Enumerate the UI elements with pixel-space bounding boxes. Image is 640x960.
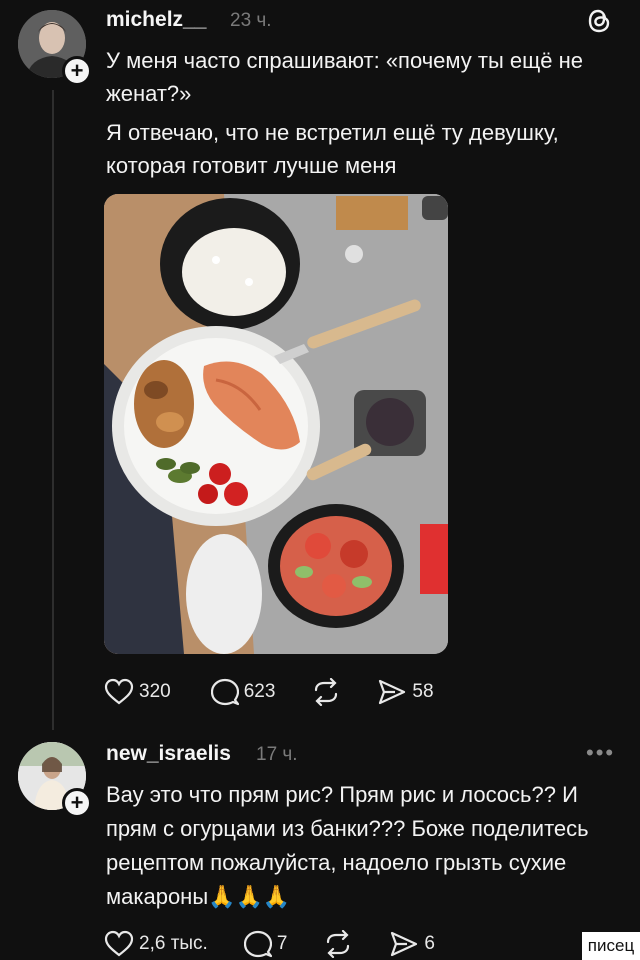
reply-actions: 2,6 тыс. 7 6 xyxy=(104,930,435,958)
threads-logo-icon[interactable] xyxy=(584,6,614,41)
post-text-1: У меня часто спрашивают: «почему ты ещё … xyxy=(106,48,583,106)
like-count: 2,6 тыс. xyxy=(139,933,208,954)
comment-count: 623 xyxy=(243,681,276,702)
reply-author-avatar[interactable]: + xyxy=(18,742,92,818)
watermark: писец xyxy=(582,932,640,960)
reply-time: 17 ч. xyxy=(256,744,298,765)
post-actions: 320 623 58 xyxy=(104,678,434,706)
more-icon[interactable]: ••• xyxy=(586,740,615,766)
heart-icon xyxy=(104,930,134,957)
comment-count: 7 xyxy=(276,933,288,954)
heart-icon xyxy=(104,678,134,705)
share-icon xyxy=(391,931,418,957)
reply-username[interactable]: new_israelis xyxy=(106,742,231,766)
comment-icon xyxy=(243,930,272,958)
thread-line xyxy=(52,90,54,730)
post-text-2: Я отвечаю, что не встретил ещё ту девушк… xyxy=(106,120,559,178)
share-button[interactable]: 58 xyxy=(377,678,434,706)
like-count: 320 xyxy=(139,681,171,702)
follow-plus-icon[interactable]: + xyxy=(62,788,92,818)
share-icon xyxy=(379,679,406,705)
comment-button[interactable]: 7 xyxy=(243,930,288,958)
repost-icon xyxy=(327,930,350,958)
post-time: 23 ч. xyxy=(230,10,272,31)
follow-plus-icon[interactable]: + xyxy=(62,56,92,86)
repost-button[interactable] xyxy=(311,678,341,706)
post-username[interactable]: michelz__ xyxy=(106,8,206,32)
repost-button[interactable] xyxy=(323,930,353,958)
share-count: 6 xyxy=(424,933,435,954)
like-button[interactable]: 2,6 тыс. xyxy=(104,930,208,958)
share-count: 58 xyxy=(412,681,434,702)
share-button[interactable]: 6 xyxy=(389,930,435,958)
reply-text: Вау это что прям рис? Прям рис и лосось?… xyxy=(106,782,589,909)
comment-icon xyxy=(210,678,239,706)
repost-icon xyxy=(315,678,338,706)
post-author-avatar[interactable]: + xyxy=(18,10,92,86)
post-photo[interactable] xyxy=(104,194,448,654)
comment-button[interactable]: 623 xyxy=(210,678,276,706)
like-button[interactable]: 320 xyxy=(104,678,171,706)
